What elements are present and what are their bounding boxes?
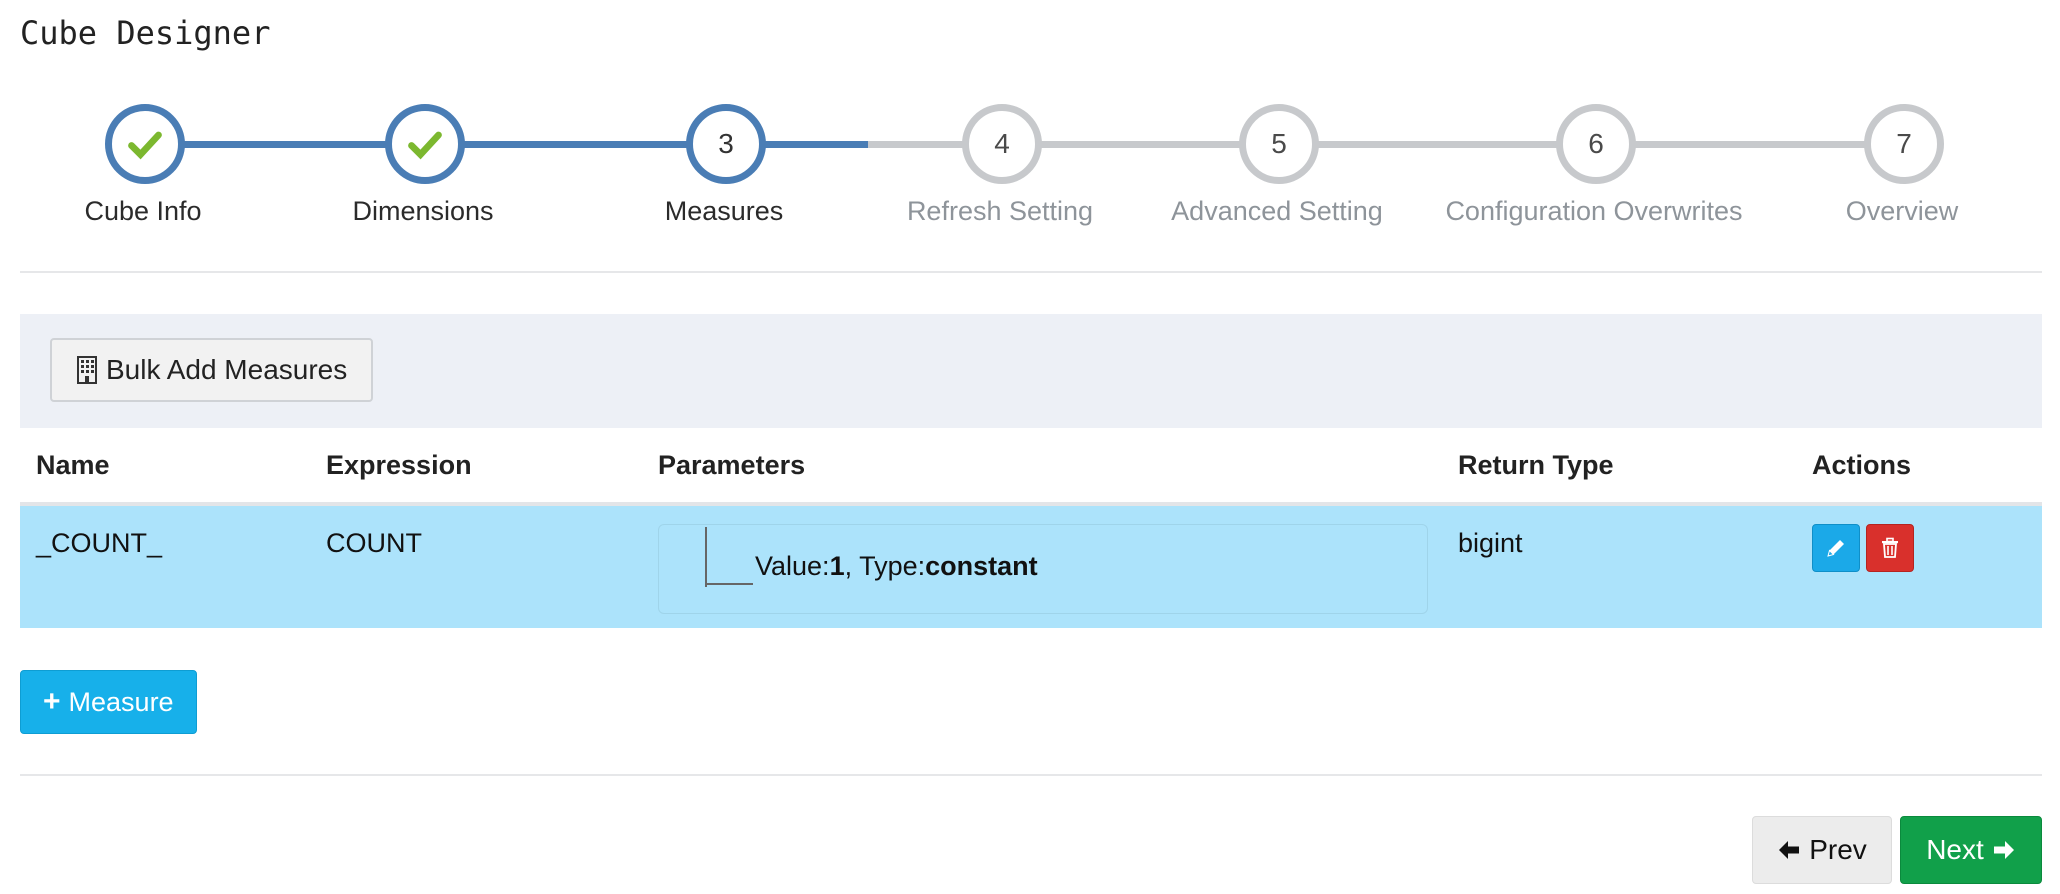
next-button[interactable]: Next (1900, 816, 2042, 884)
delete-measure-button[interactable] (1866, 524, 1914, 572)
step-circle (105, 104, 185, 184)
prev-label: Prev (1809, 834, 1867, 865)
parameters-tree: Value:1, Type:constant (658, 524, 1428, 614)
step-circle: 5 (1239, 104, 1319, 184)
column-header-actions: Actions (1812, 450, 1912, 480)
param-type: constant (925, 551, 1038, 581)
param-value-label: Value: (755, 551, 830, 581)
measure-expression: COUNT (326, 528, 422, 558)
divider (20, 271, 2042, 273)
trash-icon (1882, 537, 1898, 558)
measures-toolbar: Bulk Add Measures (20, 314, 2042, 428)
column-header-return-type: Return Type (1458, 450, 1614, 480)
param-value: 1 (829, 551, 845, 581)
arrow-left-icon (1779, 841, 1800, 859)
add-measure-label: Measure (68, 686, 174, 717)
step-label: Overview (1845, 196, 1959, 226)
wizard-stepper: Cube Info Dimensions 3 Measures 4 Refres… (0, 100, 2060, 240)
tree-branch-line (705, 583, 753, 585)
edit-measure-button[interactable] (1812, 524, 1860, 572)
page-title: Cube Designer (20, 14, 271, 52)
add-measure-button[interactable]: + Measure (20, 670, 197, 734)
table-row[interactable]: _COUNT_ COUNT Value:1, Type:constant big… (20, 506, 2042, 628)
step-circle (385, 104, 465, 184)
next-label: Next (1926, 834, 1984, 865)
divider (20, 774, 2042, 776)
step-circle: 7 (1864, 104, 1944, 184)
pencil-icon (1827, 540, 1844, 557)
tree-branch-line (705, 527, 707, 587)
step-circle: 4 (962, 104, 1042, 184)
check-icon (408, 131, 442, 160)
column-header-name: Name (36, 450, 110, 480)
prev-button[interactable]: Prev (1752, 816, 1892, 884)
bulk-add-measures-button[interactable]: Bulk Add Measures (50, 338, 374, 402)
column-header-expression: Expression (326, 450, 472, 480)
table-header: Name Expression Parameters Return Type A… (20, 428, 2042, 506)
check-icon (128, 131, 162, 160)
bulk-add-label: Bulk Add Measures (106, 354, 348, 385)
step-circle: 3 (686, 104, 766, 184)
measures-table: Name Expression Parameters Return Type A… (20, 428, 2042, 628)
measure-name: _COUNT_ (36, 528, 163, 558)
param-type-label: Type: (859, 551, 926, 581)
building-icon (77, 356, 97, 384)
param-separator: , (844, 551, 860, 581)
measure-return-type: bigint (1458, 528, 1523, 558)
column-header-parameters: Parameters (658, 450, 806, 480)
parameter-node: Value:1, Type:constant (755, 551, 1038, 582)
step-circle: 6 (1556, 104, 1636, 184)
arrow-right-icon (1993, 841, 2014, 859)
plus-icon: + (43, 685, 61, 718)
